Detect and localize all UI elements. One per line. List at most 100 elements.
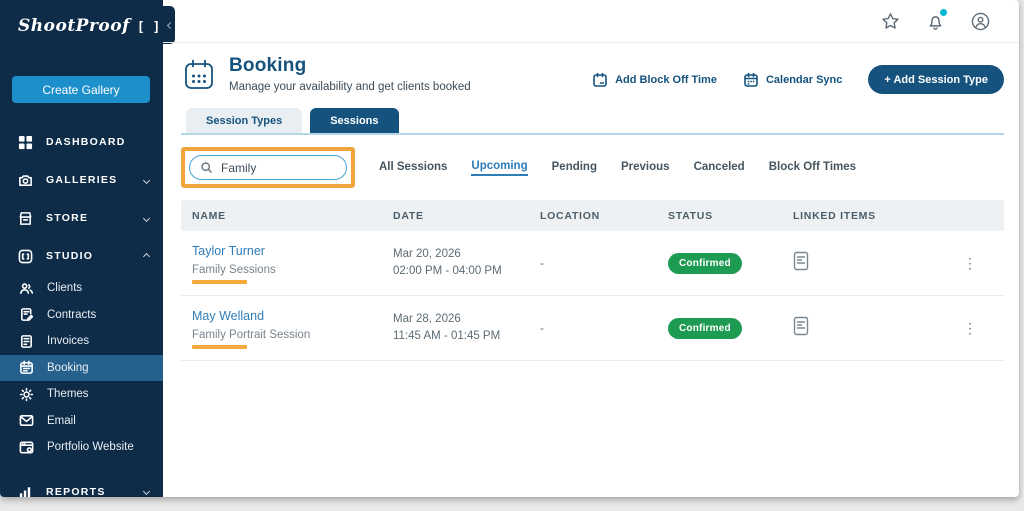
column-linked-items: LINKED ITEMS [793,209,876,222]
sidebar-item-label: Themes [47,388,89,401]
page-title: Booking [229,55,307,76]
sidebar-item-booking[interactable]: Booking [0,354,163,381]
calendar-icon [744,72,758,87]
filter-all-sessions[interactable]: All Sessions [379,161,447,175]
table-header: NAME DATE LOCATION STATUS LINKED ITEMS [181,200,1004,231]
add-block-off-time-button[interactable]: Add Block Off Time [592,72,717,88]
sidebar-item-portfolio-website[interactable]: Portfolio Website [0,434,163,461]
status-badge: Confirmed [668,317,742,339]
booking-tabs: Session Types Sessions [181,108,1004,135]
sidebar-item-label: REPORTS [46,485,106,498]
notification-dot [940,8,947,16]
sidebar-item-studio[interactable]: STUDIO [0,237,163,275]
sidebar-item-contracts[interactable]: Contracts [0,302,163,329]
table-row: May Welland Family Portrait Session Mar … [181,296,1004,361]
logo-text: ShootProof [18,16,130,36]
sidebar-item-label: GALLERIES [46,174,118,186]
bar-chart-icon [17,483,34,500]
sidebar-item-label: Contracts [47,308,97,321]
sidebar-item-label: Portfolio Website [47,441,134,454]
session-type-label: Family Sessions [192,264,276,276]
filter-block-off-times[interactable]: Block Off Times [769,161,856,175]
brightness-icon [18,386,35,403]
session-date: Mar 28, 2026 [393,312,461,325]
underline-annotation [192,280,247,284]
sidebar-item-label: Clients [47,282,83,295]
contract-icon [18,306,35,323]
sidebar-item-store[interactable]: STORE [0,199,163,237]
grid-icon [17,134,34,151]
calendar-sync-button[interactable]: Calendar Sync [743,72,842,88]
session-filters: All Sessions Upcoming Pending Previous C… [379,160,856,176]
session-date: Mar 20, 2026 [393,247,461,260]
status-badge: Confirmed [668,252,742,274]
sidebar-item-invoices[interactable]: Invoices [0,328,163,355]
search-highlight-annotation [181,147,355,188]
search-input[interactable] [221,160,331,175]
topbar [163,0,1019,43]
sidebar-item-themes[interactable]: Themes [0,381,163,408]
filter-upcoming[interactable]: Upcoming [471,160,528,176]
content-area: Booking Manage your availability and get… [163,0,1019,497]
calendar-icon [18,359,35,376]
store-icon [17,210,34,227]
clients-icon [18,280,35,297]
session-time: 11:45 AM - 01:45 PM [393,330,501,342]
page-subtitle: Manage your availability and get clients… [229,81,471,93]
underline-annotation [192,345,247,349]
linked-contract-icon[interactable] [793,316,963,341]
filter-canceled[interactable]: Canceled [694,161,745,175]
table-row: Taylor Turner Family Sessions Mar 20, 20… [181,231,1004,296]
linked-contract-icon[interactable] [793,251,963,276]
filter-pending[interactable]: Pending [552,161,597,175]
search-icon [201,162,212,173]
app-window: ShootProof [ ] Create Gallery DASHBOARD … [0,0,1019,498]
envelope-icon [18,412,35,429]
sidebar-item-dashboard[interactable]: DASHBOARD [0,123,163,161]
add-session-type-button[interactable]: + Add Session Type [868,65,1004,94]
sidebar-item-label: DASHBOARD [46,136,126,148]
browser-icon [18,439,35,456]
booking-page: Booking Manage your availability and get… [163,43,1019,361]
account-icon[interactable] [970,11,991,32]
sidebar-item-clients[interactable]: Clients [0,275,163,302]
session-search-box[interactable] [189,155,347,180]
camera-icon [17,172,34,189]
column-location: LOCATION [540,209,600,222]
filter-previous[interactable]: Previous [621,161,670,175]
column-name: NAME [192,209,226,222]
notifications-bell-icon[interactable] [925,8,947,32]
chevron-down-icon [142,487,151,496]
studio-icon [17,248,34,265]
sessions-table: NAME DATE LOCATION STATUS LINKED ITEMS T… [181,200,1004,361]
create-gallery-button[interactable]: Create Gallery [12,76,150,103]
sidebar-item-email[interactable]: Email [0,408,163,435]
logo-frame-icon: [ ] [136,20,161,35]
favorites-star-icon[interactable] [880,11,901,32]
booking-calendar-icon [181,57,217,93]
row-actions-kebab-icon[interactable]: ⋮ [963,321,1007,335]
tab-session-types[interactable]: Session Types [186,108,303,133]
row-actions-kebab-icon[interactable]: ⋮ [963,256,1007,270]
sidebar-item-label: STUDIO [46,250,94,262]
sidebar-item-label: Invoices [47,335,90,348]
session-name-link[interactable]: May Welland [192,309,264,323]
column-date: DATE [393,209,424,222]
sidebar-item-label: Booking [47,361,89,374]
column-status: STATUS [668,209,713,222]
session-type-label: Family Portrait Session [192,329,311,341]
sidebar-item-reports[interactable]: REPORTS [0,473,163,511]
sidebar-item-galleries[interactable]: GALLERIES [0,161,163,199]
invoice-icon [18,333,35,350]
sidebar: ShootProof [ ] Create Gallery DASHBOARD … [0,0,163,498]
tab-sessions[interactable]: Sessions [310,108,399,133]
sidebar-item-label: STORE [46,212,89,224]
chevron-down-icon [142,214,151,222]
chevron-up-icon [142,252,151,260]
session-time: 02:00 PM - 04:00 PM [393,265,502,277]
sidebar-item-label: Email [47,414,76,427]
shootproof-logo: ShootProof [ ] [0,0,163,36]
calendar-minus-icon [593,72,607,87]
chevron-down-icon [142,176,151,184]
session-name-link[interactable]: Taylor Turner [192,244,265,258]
